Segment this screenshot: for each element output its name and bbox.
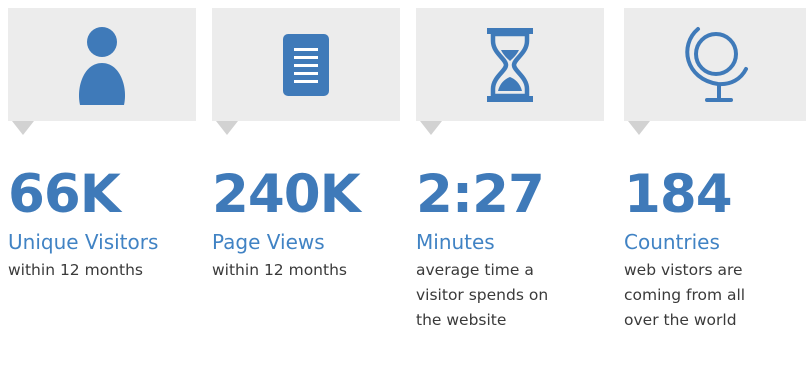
bubble-pointer [628,121,650,135]
stat-title: Page Views [212,230,325,254]
bubble-pointer [216,121,238,135]
stat-card-minutes: 2:27 Minutes average time a visitor spen… [416,8,604,333]
stat-description: web vistors are coming from all over the… [624,261,746,329]
stat-value: 240K [212,164,361,225]
stat-description: within 12 months [8,261,143,279]
hourglass-icon [487,27,533,102]
stat-title: Unique Visitors [8,230,159,254]
bubble-pointer [420,121,442,135]
stat-value: 66K [8,164,121,225]
bubble-pointer [12,121,34,135]
stat-value: 184 [624,164,733,225]
icon-bubble [8,8,196,135]
icon-bubble [212,8,400,135]
stat-card-page-views: 240K Page Views within 12 months [212,8,400,283]
stats-row: 66K Unique Visitors within 12 months 240… [0,0,806,365]
globe-icon [685,26,748,102]
stat-description: within 12 months [212,261,347,279]
document-icon [283,33,329,96]
icon-bubble [416,8,604,135]
stat-title: Countries [624,230,720,254]
stat-value: 2:27 [416,164,545,225]
stat-card-countries: 184 Countries web vistors are coming fro… [624,8,806,333]
stat-description: average time a visitor spends on the web… [416,261,549,329]
icon-bubble [624,8,806,135]
stat-title: Minutes [416,230,495,254]
user-icon [78,26,126,105]
stat-card-unique-visitors: 66K Unique Visitors within 12 months [8,8,196,283]
